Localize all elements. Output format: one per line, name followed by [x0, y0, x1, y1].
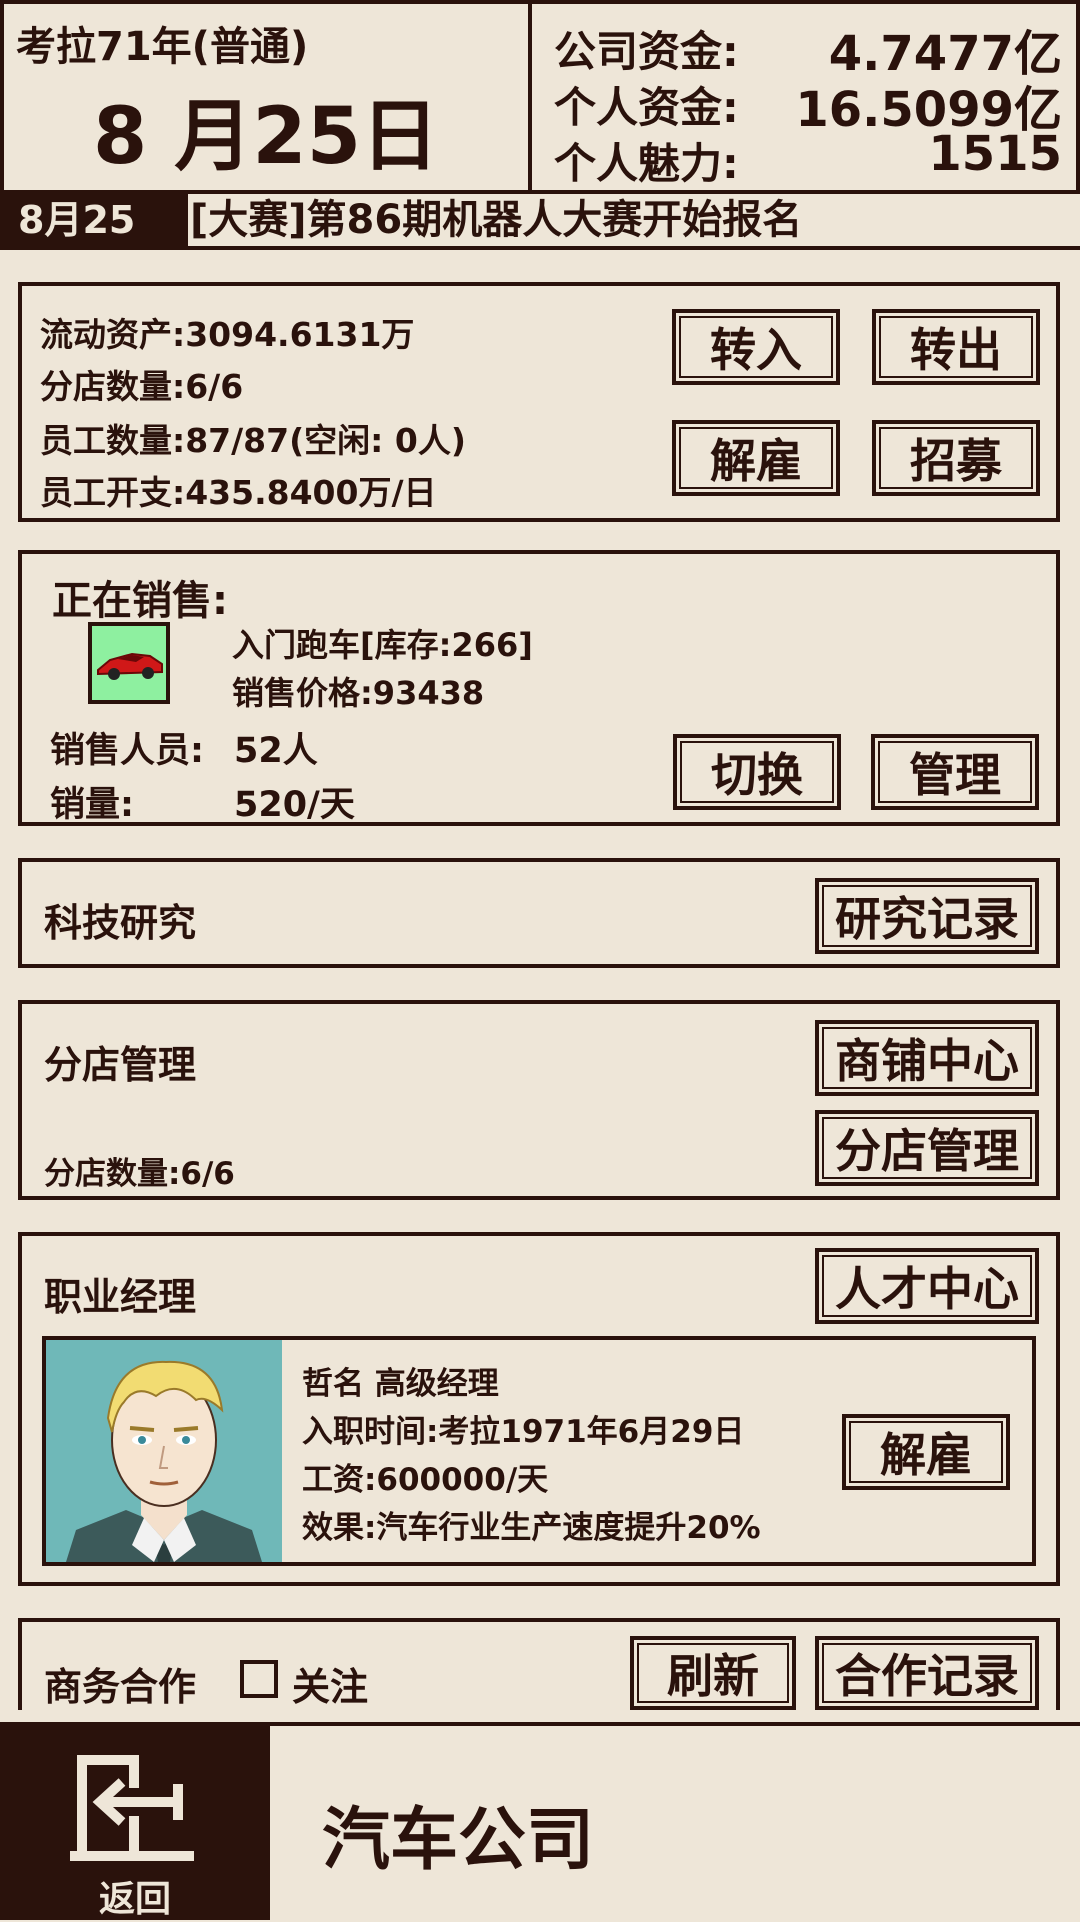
fire-staff-button[interactable]: 解雇	[672, 420, 840, 496]
year-label: 考拉71年(普通)	[16, 24, 309, 70]
sales-title: 正在销售:	[52, 578, 228, 624]
shop-center-button[interactable]: 商铺中心	[815, 1020, 1039, 1096]
page-title: 汽车公司	[322, 1801, 595, 1880]
staff-cost: 员工开支:435.8400万/日	[40, 473, 437, 512]
business-title: 商务合作	[44, 1665, 197, 1709]
manager-effect: 效果:汽车行业生产速度提升20%	[302, 1510, 761, 1546]
manager-name-rank: 哲名 高级经理	[302, 1366, 499, 1402]
company-funds-label: 公司资金:	[554, 27, 739, 76]
news-ticker[interactable]: 8月25日: [大赛]第86期机器人大赛开始报名	[0, 194, 1080, 294]
funds-panel: 公司资金: 4.7477亿 个人资金: 16.5099亿 个人魅力: 1515	[528, 0, 1080, 194]
recruit-button[interactable]: 招募	[872, 420, 1040, 496]
red-sports-car-icon[interactable]	[88, 622, 170, 704]
follow-label[interactable]: 关注	[292, 1656, 368, 1711]
product-price: 销售价格:93438	[232, 674, 485, 712]
manager-portrait	[46, 1340, 282, 1562]
research-title: 科技研究	[44, 901, 197, 945]
back-label: 返回	[98, 1879, 171, 1920]
exit-door-icon	[70, 1754, 194, 1864]
branch-count-info: 分店数量:6/6	[44, 1156, 235, 1192]
manager-salary: 工资:600000/天	[302, 1462, 549, 1498]
follow-checkbox[interactable]	[240, 1660, 278, 1698]
current-assets: 流动资产:3094.6131万	[40, 315, 415, 354]
manage-sales-button[interactable]: 管理	[871, 734, 1039, 810]
news-text: [大赛]第86期机器人大赛开始报名	[190, 197, 803, 243]
sales-volume-label: 销量:	[50, 785, 134, 825]
sales-staff-label: 销售人员:	[50, 731, 204, 771]
footer-bar: 返回 汽车公司	[0, 1722, 1080, 1920]
switch-product-button[interactable]: 切换	[673, 734, 841, 810]
cooperation-records-button[interactable]: 合作记录	[815, 1636, 1039, 1710]
personal-funds-label: 个人资金:	[554, 83, 739, 132]
refresh-button[interactable]: 刷新	[630, 1636, 796, 1710]
staff-count: 员工数量:87/87(空闲: 0人)	[40, 421, 466, 460]
sales-staff-value: 52人	[234, 731, 318, 771]
date-panel: 考拉71年(普通) 8 月25日	[0, 0, 532, 194]
charm-value: 1515	[928, 126, 1062, 182]
sales-volume-value: 520/天	[234, 785, 355, 825]
product-name: 入门跑车[库存:266]	[232, 626, 533, 664]
transfer-in-button[interactable]: 转入	[672, 309, 840, 385]
branch-count: 分店数量:6/6	[40, 367, 244, 406]
transfer-out-button[interactable]: 转出	[872, 309, 1040, 385]
branch-title: 分店管理	[44, 1043, 197, 1087]
manager-hire-date: 入职时间:考拉1971年6月29日	[302, 1414, 745, 1450]
manager-title: 职业经理	[44, 1275, 197, 1319]
talent-center-button[interactable]: 人才中心	[815, 1248, 1039, 1324]
charm-label: 个人魅力:	[554, 139, 739, 188]
back-button[interactable]: 返回	[0, 1726, 270, 1920]
fire-manager-button[interactable]: 解雇	[842, 1414, 1010, 1490]
news-date: 8月25日:	[0, 194, 188, 294]
branch-manage-button[interactable]: 分店管理	[815, 1110, 1039, 1186]
research-records-button[interactable]: 研究记录	[815, 878, 1039, 954]
date-label: 8 月25日	[93, 92, 439, 182]
